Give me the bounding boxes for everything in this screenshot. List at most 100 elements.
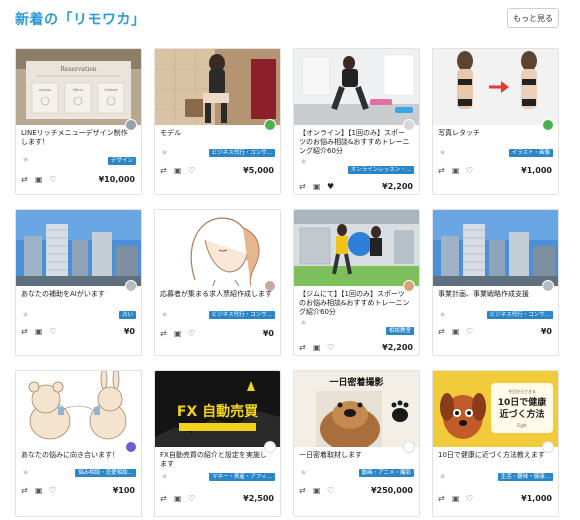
compare-icon[interactable]: ⇄ <box>438 493 445 505</box>
price: ¥1,000 <box>521 494 552 503</box>
card-title[interactable]: 10日で健康に近づく方法教えます <box>438 451 550 460</box>
compare-icon[interactable]: ⇄ <box>21 174 28 186</box>
star-icon: ★ <box>300 157 308 166</box>
category-badge[interactable]: マネー・資産・アフィ... <box>208 473 275 481</box>
category-badge[interactable]: オンラインレッスン・... <box>347 166 414 174</box>
heart-icon[interactable]: ♡ <box>327 342 334 354</box>
card-thumbnail[interactable] <box>16 210 141 286</box>
compare-icon[interactable]: ⇄ <box>299 342 306 354</box>
card-thumbnail[interactable] <box>433 49 558 125</box>
card-title[interactable]: あなたの補助をAIがいます <box>21 290 133 299</box>
chat-icon[interactable]: ▣ <box>174 328 182 340</box>
compare-icon[interactable]: ⇄ <box>160 165 167 177</box>
card-footer: ⇄ ▣ ♡ ¥1,000 <box>438 165 553 177</box>
card-title[interactable]: 【ジムにて】【1回のみ】スポーツのお悩み相談&おすすめトレーニング紹介60分 <box>299 290 411 317</box>
chat-icon[interactable]: ▣ <box>452 165 460 177</box>
card-footer: ⇄ ▣ ♡ ¥1,000 <box>438 493 553 505</box>
chat-icon[interactable]: ▣ <box>452 493 460 505</box>
category-badge[interactable]: ビジネス代行・コンサ... <box>208 311 275 319</box>
heart-icon[interactable]: ♡ <box>49 326 56 338</box>
heart-icon[interactable]: ♡ <box>49 174 56 186</box>
star-icon: ★ <box>22 310 30 319</box>
card-title[interactable]: 写真レタッチ <box>438 129 550 138</box>
compare-icon[interactable]: ⇄ <box>160 493 167 505</box>
compare-icon[interactable]: ⇄ <box>438 326 445 338</box>
heart-icon[interactable]: ♡ <box>466 326 473 338</box>
chat-icon[interactable]: ▣ <box>452 326 460 338</box>
card-title[interactable]: モデル <box>160 129 272 138</box>
chat-icon[interactable]: ▣ <box>174 165 182 177</box>
star-icon: ★ <box>161 472 169 481</box>
compare-icon[interactable]: ⇄ <box>160 328 167 340</box>
card-thumbnail[interactable]: Reservation Access Menu Contact <box>16 49 141 125</box>
service-card[interactable]: 応募者が集まる求人票紹作成します ★ ビジネス代行・コンサ... ⇄ ▣ ♡ ¥… <box>154 209 281 356</box>
category-badge[interactable]: 生活・趣味・健康... <box>497 473 553 481</box>
star-icon: ★ <box>300 318 308 327</box>
card-title[interactable]: 事業計画、事業戦略作成支援 <box>438 290 550 299</box>
chat-icon[interactable]: ▣ <box>35 174 43 186</box>
menu-sign-contact: Contact <box>104 88 118 92</box>
chat-icon[interactable]: ▣ <box>35 485 43 497</box>
category-badge[interactable]: デザイン <box>107 157 136 165</box>
price: ¥250,000 <box>370 486 413 495</box>
heart-icon[interactable]: ♡ <box>49 485 56 497</box>
service-card[interactable]: モデル ★ ビジネス代行・コンサ... ⇄ ▣ ♡ ¥5,000 <box>154 48 281 195</box>
compare-icon[interactable]: ⇄ <box>299 485 306 497</box>
heart-icon[interactable]: ♥ <box>327 181 334 193</box>
card-title[interactable]: 【オンライン】【1回のみ】スポーツのお悩み相談&おすすめトレーニング紹介60分 <box>299 129 411 156</box>
card-thumbnail[interactable] <box>155 49 280 125</box>
category-badge[interactable]: 相談教室 <box>385 327 414 335</box>
service-card[interactable]: 今日からできる 10日で健康 近づく方法 Fight 10日で健康に近づく方法教… <box>432 370 559 517</box>
card-thumbnail[interactable] <box>16 371 141 447</box>
compare-icon[interactable]: ⇄ <box>21 485 28 497</box>
price: ¥0 <box>123 327 135 336</box>
card-thumbnail[interactable] <box>433 210 558 286</box>
menu-design-image: Reservation Access Menu Contact <box>16 49 141 125</box>
service-card[interactable]: 事業計画、事業戦略作成支援 ★ ビジネス代行・コンサ... ⇄ ▣ ♡ ¥0 <box>432 209 559 356</box>
category-badge[interactable]: イラスト・画像 <box>508 149 553 157</box>
category-badge[interactable]: 動画・アニメ・撮影 <box>358 469 414 477</box>
card-thumbnail[interactable] <box>155 210 280 286</box>
category-badge[interactable]: 悩み相談・恋愛相談... <box>75 469 136 477</box>
card-title[interactable]: 一日密着取材します <box>299 451 411 460</box>
card-thumbnail[interactable]: 一日密着撮影 <box>294 371 419 447</box>
card-title[interactable]: あなたの悩みに向き合います！ <box>21 451 133 460</box>
heart-icon[interactable]: ♡ <box>466 493 473 505</box>
star-icon: ★ <box>439 310 447 319</box>
service-card[interactable]: あなたの悩みに向き合います！ ★ 悩み相談・恋愛相談... ⇄ ▣ ♡ ¥100 <box>15 370 142 517</box>
service-card[interactable]: FX 自動売買 FX自動売買の紹介と設定を実施します ★ マネー・資産・アフィ.… <box>154 370 281 517</box>
chat-icon[interactable]: ▣ <box>174 493 182 505</box>
compare-icon[interactable]: ⇄ <box>21 326 28 338</box>
service-card[interactable]: 写真レタッチ ★ イラスト・画像 ⇄ ▣ ♡ ¥1,000 <box>432 48 559 195</box>
card-thumbnail[interactable]: 今日からできる 10日で健康 近づく方法 Fight <box>433 371 558 447</box>
card-thumbnail[interactable] <box>294 210 419 286</box>
chat-icon[interactable]: ▣ <box>313 485 321 497</box>
heart-icon[interactable]: ♡ <box>466 165 473 177</box>
service-card[interactable]: 【ジムにて】【1回のみ】スポーツのお悩み相談&おすすめトレーニング紹介60分 ★… <box>293 209 420 356</box>
category-badge[interactable]: 占い <box>118 311 136 319</box>
chat-icon[interactable]: ▣ <box>35 326 43 338</box>
category-badge[interactable]: ビジネス代行・コンサ... <box>486 311 553 319</box>
heart-icon[interactable]: ♡ <box>188 493 195 505</box>
card-thumbnail[interactable] <box>294 49 419 125</box>
compare-icon[interactable]: ⇄ <box>299 181 306 193</box>
service-card[interactable]: Reservation Access Menu Contact LINEリッチメ… <box>15 48 142 195</box>
card-title[interactable]: 応募者が集まる求人票紹作成します <box>160 290 272 299</box>
service-card[interactable]: あなたの補助をAIがいます ★ 占い ⇄ ▣ ♡ ¥0 <box>15 209 142 356</box>
more-button[interactable]: もっと見る <box>507 8 559 28</box>
city-buildings-image <box>16 210 141 286</box>
card-title[interactable]: LINEリッチメニューデザイン制作します！ <box>21 129 133 147</box>
heart-icon[interactable]: ♡ <box>188 165 195 177</box>
training-photo-image <box>294 49 419 125</box>
compare-icon[interactable]: ⇄ <box>438 165 445 177</box>
category-badge[interactable]: ビジネス代行・コンサ... <box>208 149 275 157</box>
service-card[interactable]: 一日密着撮影 一日密着取材します ★ 動画・アニメ・撮影 ⇄ ▣ ♡ ¥250,… <box>293 370 420 517</box>
service-card[interactable]: 【オンライン】【1回のみ】スポーツのお悩み相談&おすすめトレーニング紹介60分 … <box>293 48 420 195</box>
heart-icon[interactable]: ♡ <box>188 328 195 340</box>
chat-icon[interactable]: ▣ <box>313 342 321 354</box>
card-title[interactable]: FX自動売買の紹介と設定を実施します <box>160 451 272 469</box>
heart-icon[interactable]: ♡ <box>327 485 334 497</box>
chat-icon[interactable]: ▣ <box>313 181 321 193</box>
card-thumbnail[interactable]: FX 自動売買 <box>155 371 280 447</box>
card-footer: ⇄ ▣ ♡ ¥0 <box>21 326 136 338</box>
